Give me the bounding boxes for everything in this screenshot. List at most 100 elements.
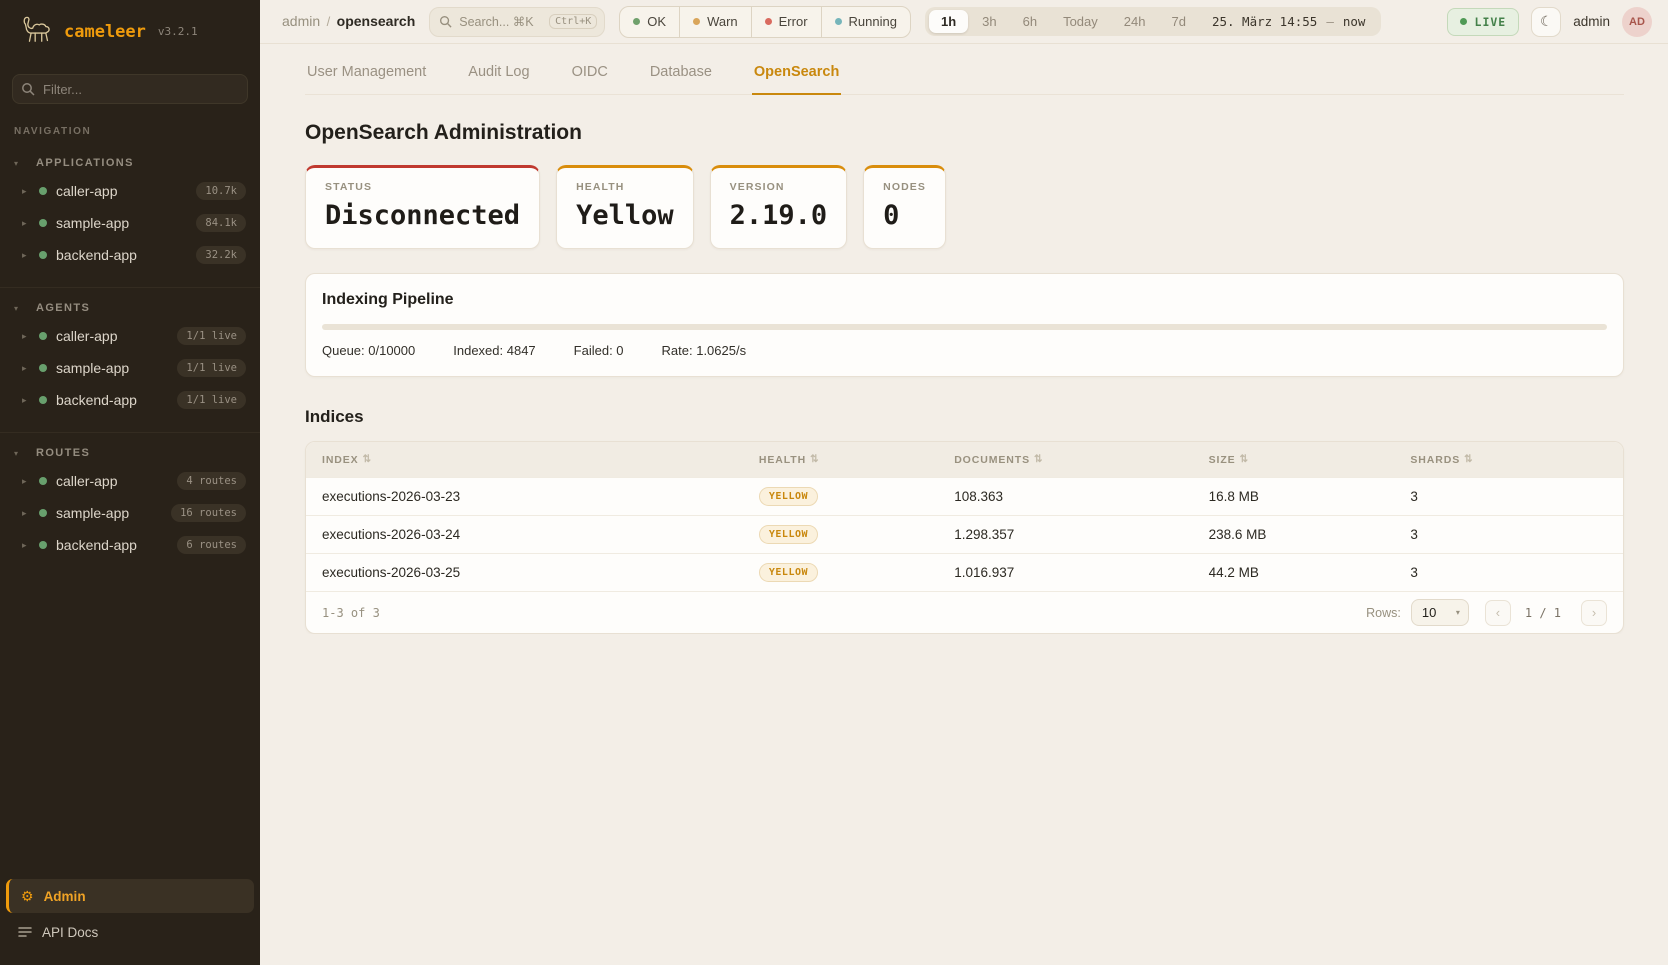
index-name-cell: executions-2026-03-25 (322, 565, 759, 580)
status-dot-icon (39, 219, 47, 227)
brand[interactable]: cameleer v3.2.1 (0, 0, 260, 64)
status-dot-icon (39, 396, 47, 404)
docs-icon (18, 926, 32, 938)
column-header-shards[interactable]: SHARDS⇅ (1410, 454, 1607, 466)
sort-icon: ⇅ (1034, 454, 1043, 465)
tab-database[interactable]: Database (648, 62, 714, 95)
sidebar-item-caller-app[interactable]: ▸caller-app1/1 live (0, 320, 260, 352)
status-filter-error[interactable]: Error (751, 7, 821, 37)
pagination: Rows: 10 ▾ ‹ 1 / 1 › (1366, 599, 1607, 626)
sidebar-item-badge: 84.1k (196, 214, 246, 232)
documents-cell: 1.298.357 (954, 527, 1208, 542)
stat-card-label: STATUS (325, 181, 520, 193)
sidebar-item-sample-app[interactable]: ▸sample-app1/1 live (0, 352, 260, 384)
stat-card-value: Disconnected (325, 200, 520, 231)
shards-cell: 3 (1410, 565, 1607, 580)
time-display[interactable]: 25. März 14:55 — now (1200, 14, 1377, 29)
tab-audit-log[interactable]: Audit Log (466, 62, 531, 95)
search-icon (439, 15, 452, 28)
sort-icon: ⇅ (1464, 454, 1473, 465)
tab-user-management[interactable]: User Management (305, 62, 428, 95)
table-row[interactable]: executions-2026-03-23YELLOW108.36316.8 M… (306, 477, 1623, 515)
health-badge: YELLOW (759, 487, 818, 506)
next-page-button[interactable]: › (1581, 600, 1607, 626)
time-range-7d[interactable]: 7d (1159, 10, 1197, 33)
section-header-routes[interactable]: ▾ROUTES (0, 439, 260, 465)
chevron-down-icon: ▾ (14, 159, 28, 168)
status-filter-warn[interactable]: Warn (679, 7, 751, 37)
sort-icon: ⇅ (810, 454, 819, 465)
stat-card-version: VERSION2.19.0 (710, 165, 848, 249)
sidebar-item-caller-app[interactable]: ▸caller-app10.7k (0, 175, 260, 207)
health-cell: YELLOW (759, 563, 954, 582)
rows-per-page-select[interactable]: 10 ▾ (1411, 599, 1469, 626)
sidebar-item-backend-app[interactable]: ▸backend-app1/1 live (0, 384, 260, 416)
sidebar-footer-label: API Docs (42, 925, 98, 940)
chevron-down-icon: ▾ (14, 304, 28, 313)
chevron-right-icon: ▸ (22, 395, 30, 406)
camel-logo-icon (18, 14, 54, 49)
sidebar-section: ▾ROUTES▸caller-app4 routes▸sample-app16 … (0, 432, 260, 571)
sidebar-section: ▾APPLICATIONS▸caller-app10.7k▸sample-app… (0, 143, 260, 281)
sidebar-item-api-docs[interactable]: API Docs (6, 915, 254, 949)
sidebar-item-backend-app[interactable]: ▸backend-app32.2k (0, 239, 260, 271)
user-name: admin (1573, 14, 1610, 29)
status-dot-icon (39, 477, 47, 485)
sidebar-filter (12, 74, 248, 104)
chevron-right-icon: ▸ (22, 218, 30, 229)
chevron-down-icon: ▾ (14, 449, 28, 458)
section-label: AGENTS (36, 302, 90, 314)
avatar[interactable]: AD (1622, 7, 1652, 37)
column-header-health[interactable]: HEALTH ⇅ (759, 454, 954, 466)
table-row[interactable]: executions-2026-03-25YELLOW1.016.93744.2… (306, 553, 1623, 591)
column-header-label: HEALTH (759, 454, 806, 466)
breadcrumb-parent[interactable]: admin (282, 13, 320, 29)
status-filter-ok[interactable]: OK (620, 7, 679, 37)
time-range-24h[interactable]: 24h (1112, 10, 1158, 33)
pipeline-stat: Queue: 0/10000 (322, 343, 415, 358)
indices-table: INDEX⇅HEALTH ⇅ DOCUMENTS ⇅ SIZE⇅SHARDS⇅ exec… (305, 441, 1624, 634)
tab-oidc[interactable]: OIDC (570, 62, 610, 95)
sidebar-item-badge: 1/1 live (177, 327, 246, 345)
size-cell: 44.2 MB (1209, 565, 1411, 580)
sort-icon: ⇅ (363, 454, 372, 465)
pipeline-stats: Queue: 0/10000Indexed: 4847Failed: 0Rate… (322, 343, 1607, 358)
table-row[interactable]: executions-2026-03-24YELLOW1.298.357238.… (306, 515, 1623, 553)
page-indicator: 1 / 1 (1525, 606, 1561, 620)
rows-per-page-label: Rows: (1366, 606, 1401, 620)
theme-toggle-button[interactable]: ☾ (1531, 7, 1561, 37)
sidebar-filter-input[interactable] (12, 74, 248, 104)
sidebar-item-admin[interactable]: ⚙ Admin (6, 879, 254, 913)
status-dot-icon (39, 509, 47, 517)
page-title: OpenSearch Administration (305, 121, 1624, 145)
sidebar-item-sample-app[interactable]: ▸sample-app16 routes (0, 497, 260, 529)
section-header-applications[interactable]: ▾APPLICATIONS (0, 149, 260, 175)
search-shortcut-kbd: Ctrl+K (549, 14, 597, 29)
column-header-index[interactable]: INDEX⇅ (322, 454, 759, 466)
breadcrumb: admin / opensearch (282, 13, 415, 31)
live-badge[interactable]: LIVE (1447, 8, 1520, 36)
time-range-today[interactable]: Today (1051, 10, 1110, 33)
chevron-right-icon: ▸ (22, 540, 30, 551)
status-filter-running[interactable]: Running (821, 7, 910, 37)
health-cell: YELLOW (759, 487, 954, 506)
chevron-right-icon: ▸ (22, 186, 30, 197)
time-range-6h[interactable]: 6h (1011, 10, 1049, 33)
sidebar-item-sample-app[interactable]: ▸sample-app84.1k (0, 207, 260, 239)
column-header-documents[interactable]: DOCUMENTS ⇅ (954, 454, 1208, 466)
sidebar-item-caller-app[interactable]: ▸caller-app4 routes (0, 465, 260, 497)
sidebar-item-backend-app[interactable]: ▸backend-app6 routes (0, 529, 260, 561)
stat-card-label: VERSION (730, 181, 828, 193)
time-range-3h[interactable]: 3h (970, 10, 1008, 33)
stat-card-nodes: NODES0 (863, 165, 946, 249)
time-range-1h[interactable]: 1h (929, 10, 968, 33)
section-header-agents[interactable]: ▾ AGENTS (0, 294, 260, 320)
column-header-label: DOCUMENTS (954, 454, 1030, 466)
topbar-right: LIVE ☾ admin AD (1447, 7, 1652, 37)
main-area: admin / opensearch Search... ⌘K Ctrl+K O… (260, 0, 1668, 965)
global-search[interactable]: Search... ⌘K Ctrl+K (429, 7, 605, 37)
column-header-size[interactable]: SIZE⇅ (1209, 454, 1411, 466)
prev-page-button[interactable]: ‹ (1485, 600, 1511, 626)
status-filter-label: Warn (707, 14, 738, 29)
tab-opensearch[interactable]: OpenSearch (752, 62, 841, 95)
